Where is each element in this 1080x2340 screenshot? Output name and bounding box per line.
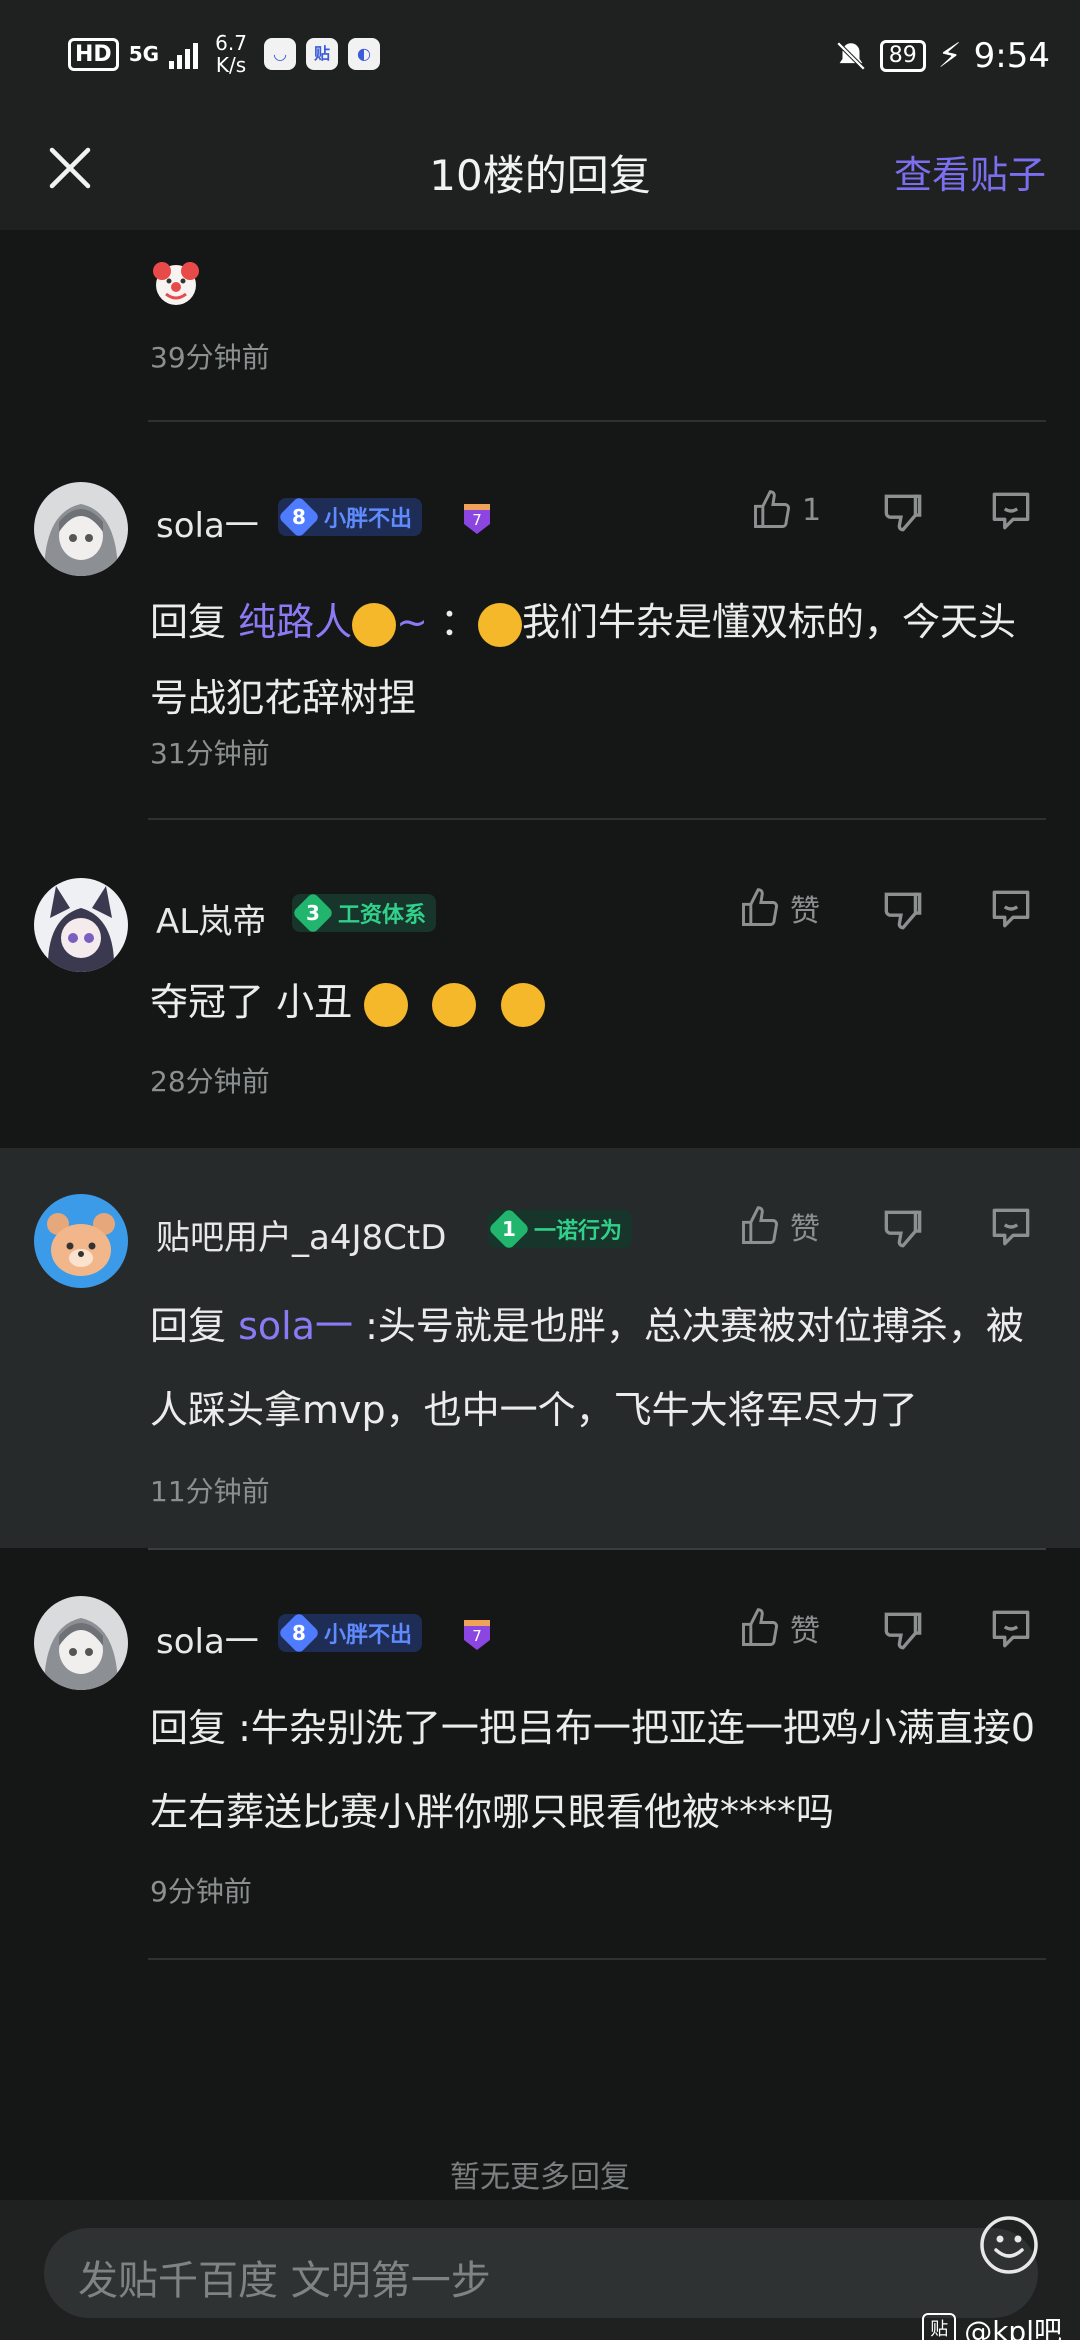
browser-notification-icon: ◐ [348,38,381,70]
reply-text: 夺冠了 小丑 [150,980,365,1024]
thinking-face-emoji [478,602,523,647]
thumbs-down-icon[interactable] [878,1204,928,1254]
status-left: HD 5G 6.7 K/s ◡ 贴 ◐ [68,31,381,77]
bottom-bar: 发贴千百度 文明第一步 贴 @kpl吧 [0,2200,1080,2340]
comment-icon[interactable] [986,1202,1036,1252]
avatar[interactable] [34,878,128,972]
reply-item-highlighted: 贴吧用户_a4J8CtD 1 一诺行为 赞 回复 sola一 :头号就是也胖，总… [0,1148,1080,1548]
emoji-icon[interactable] [978,2214,1040,2276]
reply-content: 回复 :牛杂别洗了一把吕布一把亚连一把鸡小满直接0左右葬送比赛小胖你哪只眼看他被… [150,1706,1036,1834]
tieba-logo-icon: 贴 [922,2313,957,2340]
thumbs-down-icon[interactable] [878,886,928,936]
thumbs-up-icon [742,888,778,926]
level-badge: 3 工资体系 [291,891,437,935]
badge-text: 工资体系 [338,903,427,928]
thumbs-up-icon [754,490,790,528]
status-right: 89 ⚡ 9:54 [834,36,1050,76]
username[interactable]: 贴吧用户_a4J8CtD [156,1210,446,1259]
clown-emoji [150,257,202,313]
svg-text:7: 7 [472,1627,482,1645]
username[interactable]: sola一 [156,1614,259,1663]
mention-suffix: ~ [396,600,441,644]
reply-item: sola一 8 小胖不出 7 赞 回复 :牛杂别洗了一把吕布一把亚连一把鸡小满直… [0,1548,1080,2028]
divider [148,1958,1046,1960]
grinning-squint-emoji [432,982,477,1027]
reply-time: 28分钟前 [150,1065,270,1098]
badge-level: 8 [292,504,306,529]
network-type: 5G [128,42,160,66]
app-notification-icon: ◡ [264,38,297,70]
username[interactable]: AL岚帝 [156,894,266,943]
mention-link[interactable]: sola一 [238,1304,353,1348]
reply-content: 回复 sola一 :头号就是也胖，总决赛被对位搏杀，被人踩头拿mvp，也中一个，… [150,1284,1050,1452]
thumbs-up-icon [742,1608,778,1646]
network-speed: 6.7 K/s [215,31,247,77]
badge-text: 一诺行为 [534,1219,623,1244]
like-label: 赞 [790,1614,820,1649]
header: 10楼的回复 查看贴子 [0,120,1080,230]
reply-item: AL岚帝 3 工资体系 赞 夺冠了 小丑 28分钟前 [0,820,1080,1140]
reply-content: 夺冠了 小丑 [150,964,1050,1040]
reply-time: 31分钟前 [150,737,270,770]
reply-separator: ： [440,600,479,644]
hugging-face-emoji [352,602,397,647]
reply-content: 回复 纯路人 ~ ：我们牛杂是懂双标的，今天头号战犯花辞树捏 [150,584,1050,736]
signal-icon [169,39,199,69]
grinning-squint-emoji [364,982,409,1027]
watermark: 贴 @kpl吧 [922,2310,1062,2340]
comment-icon[interactable] [986,486,1036,536]
like-label: 赞 [790,894,820,929]
thumbs-down-icon[interactable] [878,1606,928,1656]
like-label: 赞 [790,1212,820,1247]
like-button[interactable]: 赞 [738,1204,820,1248]
level-badge: 8 小胖不出 [277,495,423,539]
view-post-link[interactable]: 查看贴子 [894,144,1046,199]
comment-icon[interactable] [986,1604,1036,1654]
reply-time: 11分钟前 [150,1475,270,1508]
grinning-squint-emoji [500,982,545,1027]
mention-link[interactable]: 纯路人 [238,600,352,644]
medal-icon: 7 [460,1614,494,1652]
thumbs-down-icon[interactable] [878,488,928,538]
username[interactable]: sola一 [156,498,259,547]
battery-indicator: 89 [879,40,926,72]
tieba-notification-icon: 贴 [306,38,339,70]
medal-icon: 7 [460,498,494,536]
avatar[interactable] [34,482,128,576]
reply-prefix: 回复 [150,1304,239,1348]
level-badge: 8 小胖不出 [277,1611,423,1655]
reply-time: 9分钟前 [150,1875,252,1908]
hd-indicator: HD [68,37,119,71]
status-bar: HD 5G 6.7 K/s ◡ 贴 ◐ 89 ⚡ 9:54 [0,0,1080,120]
reply-input[interactable]: 发贴千百度 文明第一步 [44,2228,1038,2318]
badge-level: 8 [292,1620,306,1645]
reply-item: sola一 8 小胖不出 7 1 回复 纯路人 ~ ：我们牛杂是懂双标的，今天头号… [0,422,1080,820]
badge-level: 3 [306,900,320,925]
badge-text: 小胖不出 [324,1623,413,1648]
reply-prefix: 回复 [150,600,239,644]
charging-icon: ⚡ [937,36,962,76]
like-count: 1 [802,492,822,528]
like-button[interactable]: 赞 [738,886,820,930]
reply-input-placeholder: 发贴千百度 文明第一步 [78,2258,491,2304]
comment-icon[interactable] [986,884,1036,934]
badge-level: 1 [502,1216,516,1241]
avatar[interactable] [34,1596,128,1690]
divider [148,1548,1046,1550]
badge-text: 小胖不出 [324,507,413,532]
no-more-replies: 暂无更多回复 [450,2160,630,2195]
level-badge: 1 一诺行为 [487,1207,633,1251]
like-button[interactable]: 1 [750,488,821,532]
avatar[interactable] [34,1194,128,1288]
mute-bell-icon [836,41,866,71]
clock: 9:54 [973,36,1050,76]
svg-text:7: 7 [472,511,482,529]
thumbs-up-icon [742,1206,778,1244]
like-button[interactable]: 赞 [738,1606,820,1650]
watermark-text: @kpl吧 [964,2315,1062,2340]
reply-time: 39分钟前 [150,341,270,374]
